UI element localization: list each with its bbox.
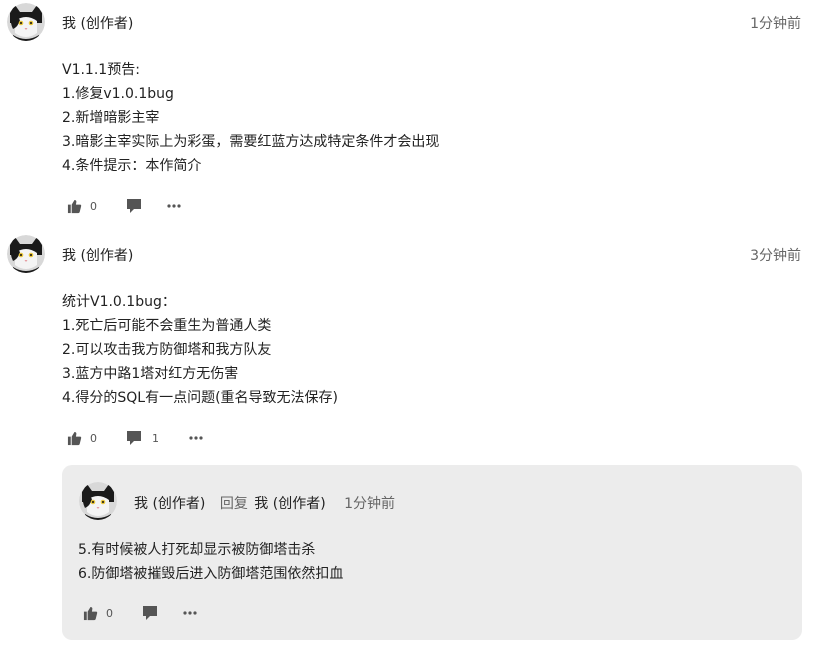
comment-line: 3.暗影主宰实际上为彩蛋，需要红蓝方达成特定条件才会出现	[62, 134, 440, 150]
comment-line: V1.1.1预告:	[62, 62, 140, 78]
speech-bubble-icon	[126, 430, 142, 446]
speech-bubble-icon	[142, 605, 158, 621]
reply-button[interactable]: 1	[126, 430, 159, 446]
comment-body: 统计V1.0.1bug： 1.死亡后可能不会重生为普通人类 2.可以攻击我方防御…	[62, 290, 338, 410]
more-button[interactable]	[166, 198, 182, 214]
reply-author[interactable]: 我 (创作者)	[134, 496, 205, 512]
like-count: 0	[106, 606, 113, 620]
reply-header: 我 (创作者) 回复 我 (创作者) 1分钟前	[134, 493, 395, 513]
reply-button[interactable]	[126, 198, 142, 214]
comment-line: 3.蓝方中路1塔对红方无伤害	[62, 366, 239, 382]
reply-time: 1分钟前	[344, 496, 396, 512]
comment-body: V1.1.1预告: 1.修复v1.0.1bug 2.新增暗影主宰 3.暗影主宰实…	[62, 58, 439, 178]
reply-actions: 0	[83, 603, 198, 623]
like-button[interactable]: 0	[67, 431, 97, 446]
comment-line: 1.死亡后可能不会重生为普通人类	[62, 318, 272, 334]
like-button[interactable]: 0	[83, 606, 113, 621]
comment-line: 4.得分的SQL有一点问题(重名导致无法保存)	[62, 390, 338, 406]
like-button[interactable]: 0	[67, 199, 97, 214]
more-dots-icon	[188, 430, 204, 446]
comment-line: 统计V1.0.1bug：	[62, 294, 176, 310]
thumbs-up-icon	[67, 199, 82, 214]
more-dots-icon	[182, 605, 198, 621]
comment-author[interactable]: 我 (创作者)	[62, 245, 133, 265]
reply-target[interactable]: 我 (创作者)	[254, 496, 325, 512]
comment-actions: 0	[67, 196, 182, 216]
reply-line: 5.有时候被人打死却显示被防御塔击杀	[78, 542, 316, 558]
comment-author[interactable]: 我 (创作者)	[62, 13, 133, 33]
like-count: 0	[90, 431, 97, 445]
speech-bubble-icon	[126, 198, 142, 214]
comment-time: 1分钟前	[750, 16, 801, 32]
more-button[interactable]	[182, 605, 198, 621]
like-count: 0	[90, 199, 97, 213]
comment-time: 3分钟前	[750, 248, 801, 264]
thumbs-up-icon	[83, 606, 98, 621]
thumbs-up-icon	[67, 431, 82, 446]
more-button[interactable]	[188, 430, 204, 446]
comment-actions: 0 1	[67, 428, 204, 448]
comment-line: 2.可以攻击我方防御塔和我方队友	[62, 342, 272, 358]
reply-body: 5.有时候被人打死却显示被防御塔击杀 6.防御塔被摧毁后进入防御塔范围依然扣血	[78, 538, 343, 586]
reply-thread: 我 (创作者) 回复 我 (创作者) 1分钟前 5.有时候被人打死却显示被防御塔…	[62, 465, 802, 640]
reply-word: 回复	[219, 496, 248, 512]
reply-line: 6.防御塔被摧毁后进入防御塔范围依然扣血	[78, 566, 344, 582]
more-dots-icon	[166, 198, 182, 214]
avatar[interactable]	[79, 482, 117, 520]
comment-line: 1.修复v1.0.1bug	[62, 86, 174, 102]
comment-line: 2.新增暗影主宰	[62, 110, 160, 126]
reply-count: 1	[152, 431, 159, 445]
comment-line: 4.条件提示：本作简介	[62, 158, 202, 174]
avatar[interactable]	[7, 235, 45, 273]
avatar[interactable]	[7, 3, 45, 41]
reply-button[interactable]	[142, 605, 158, 621]
